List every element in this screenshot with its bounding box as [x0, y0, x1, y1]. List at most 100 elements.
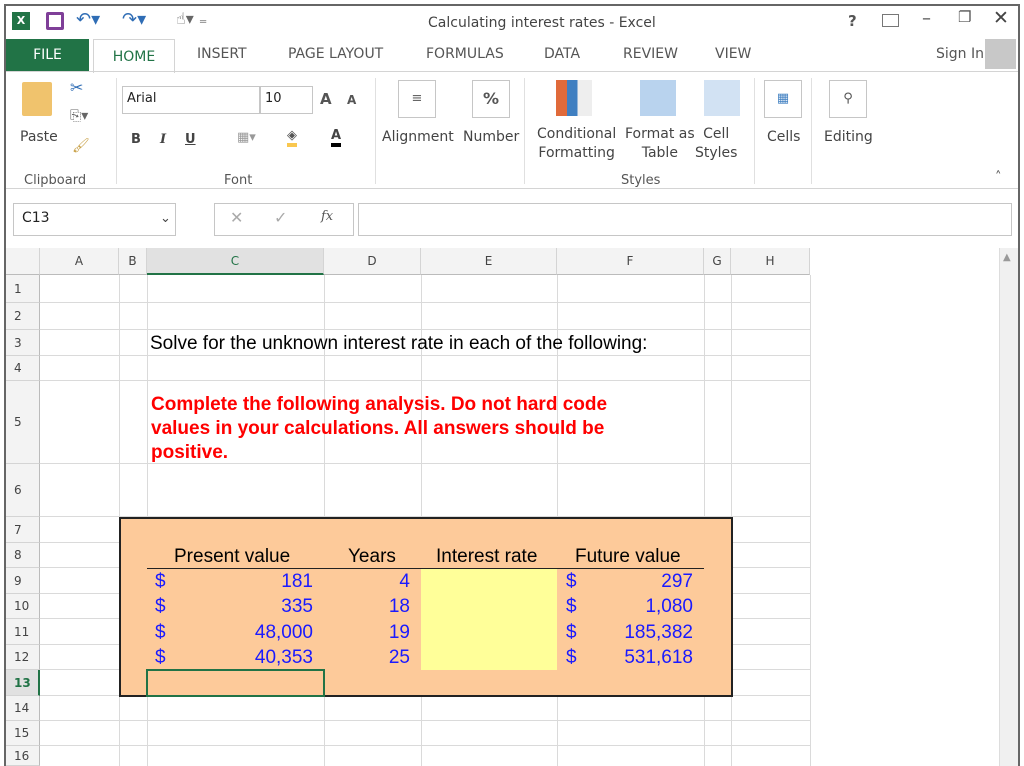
- tab-formulas[interactable]: FORMULAS: [426, 46, 504, 62]
- years-cell[interactable]: 4: [324, 569, 410, 594]
- restore-icon[interactable]: ❐: [958, 8, 971, 26]
- help-icon[interactable]: ?: [848, 12, 857, 30]
- instruction-text[interactable]: Solve for the unknown interest rate in e…: [150, 331, 647, 356]
- present-value-cell[interactable]: 181: [150, 569, 313, 594]
- shrink-font-icon[interactable]: A: [347, 93, 356, 107]
- ribbon-display-icon[interactable]: [882, 14, 899, 27]
- column-header-a[interactable]: A: [40, 248, 119, 275]
- row-header-7[interactable]: 7: [6, 517, 40, 543]
- conditional-formatting-label-2[interactable]: Formatting: [537, 144, 616, 163]
- save-icon[interactable]: [46, 12, 64, 30]
- cell-styles-label-2[interactable]: Styles: [695, 144, 737, 163]
- insert-function-button[interactable]: fx: [321, 209, 333, 224]
- tab-file[interactable]: FILE: [6, 39, 89, 71]
- row-header-1[interactable]: 1: [6, 275, 40, 303]
- paste-button[interactable]: Paste: [20, 128, 58, 147]
- vertical-scrollbar[interactable]: [999, 248, 1018, 766]
- row-header-2[interactable]: 2: [6, 303, 40, 330]
- paste-icon[interactable]: [22, 82, 52, 116]
- underline-button[interactable]: U: [185, 132, 196, 147]
- select-all-corner[interactable]: [6, 248, 40, 275]
- format-painter-icon[interactable]: 🖌: [72, 138, 90, 154]
- sign-in-link[interactable]: Sign In: [936, 46, 984, 62]
- cells-button[interactable]: Cells: [767, 128, 800, 147]
- tab-data[interactable]: DATA: [544, 46, 580, 62]
- undo-icon[interactable]: ↶▾: [76, 9, 100, 30]
- redo-icon[interactable]: ↷▾: [122, 9, 146, 30]
- borders-icon[interactable]: ▦▾: [237, 130, 256, 145]
- selected-cell-c13[interactable]: [146, 669, 325, 697]
- years-cell[interactable]: 18: [324, 594, 410, 619]
- row-header-4[interactable]: 4: [6, 356, 40, 381]
- format-as-table-label-1[interactable]: Format as: [625, 125, 695, 144]
- row-header-8[interactable]: 8: [6, 543, 40, 568]
- row-header-12[interactable]: 12: [6, 645, 40, 670]
- percent-icon[interactable]: %: [472, 80, 510, 118]
- close-icon[interactable]: ✕: [993, 7, 1009, 29]
- cell-styles-icon[interactable]: [704, 80, 740, 116]
- cut-icon[interactable]: ✂: [70, 78, 83, 97]
- minimize-icon[interactable]: –: [922, 8, 931, 29]
- conditional-formatting-label-1[interactable]: Conditional: [537, 125, 616, 144]
- future-value-cell[interactable]: 185,382: [560, 620, 693, 645]
- row-header-11[interactable]: 11: [6, 619, 40, 645]
- tab-home[interactable]: HOME: [93, 39, 175, 73]
- row-header-3[interactable]: 3: [6, 330, 40, 356]
- editing-button[interactable]: Editing: [824, 128, 873, 147]
- copy-icon[interactable]: ⎘▾: [70, 108, 88, 124]
- format-as-table-icon[interactable]: [640, 80, 676, 116]
- grow-font-icon[interactable]: A: [320, 90, 332, 108]
- bold-button[interactable]: B: [131, 132, 141, 147]
- enter-icon[interactable]: ✓: [274, 208, 287, 227]
- row-header-5[interactable]: 5: [6, 381, 40, 464]
- cells-icon[interactable]: ▦: [764, 80, 802, 118]
- name-box-dropdown-icon[interactable]: ⌄: [160, 211, 171, 226]
- column-header-b[interactable]: B: [119, 248, 147, 275]
- row-header-13[interactable]: 13: [6, 670, 40, 696]
- tab-page-layout[interactable]: PAGE LAYOUT: [288, 46, 383, 62]
- collapse-ribbon-icon[interactable]: ˄: [995, 170, 1002, 185]
- alignment-icon[interactable]: ≡: [398, 80, 436, 118]
- touch-mode-icon[interactable]: ☝▾ ₌: [176, 9, 207, 28]
- conditional-formatting-icon[interactable]: [556, 80, 592, 116]
- number-button[interactable]: Number: [463, 128, 519, 147]
- column-header-f[interactable]: F: [557, 248, 704, 275]
- row-header-16[interactable]: 16: [6, 746, 40, 766]
- cell-styles-label-1[interactable]: Cell: [695, 125, 737, 144]
- formula-input[interactable]: [358, 203, 1012, 236]
- italic-button[interactable]: I: [160, 132, 166, 147]
- column-header-c[interactable]: C: [147, 248, 324, 275]
- future-value-cell[interactable]: 531,618: [560, 645, 693, 670]
- cancel-icon[interactable]: ✕: [230, 208, 243, 227]
- column-header-g[interactable]: G: [704, 248, 731, 275]
- row-header-15[interactable]: 15: [6, 721, 40, 746]
- present-value-cell[interactable]: 335: [150, 594, 313, 619]
- scroll-up-icon[interactable]: ▲: [1003, 252, 1011, 263]
- future-value-cell[interactable]: 1,080: [560, 594, 693, 619]
- name-box[interactable]: C13: [13, 203, 176, 236]
- tab-insert[interactable]: INSERT: [197, 46, 247, 62]
- tab-view[interactable]: VIEW: [715, 46, 751, 62]
- row-header-14[interactable]: 14: [6, 696, 40, 721]
- warning-text[interactable]: Complete the following analysis. Do not …: [151, 393, 671, 465]
- font-name-select[interactable]: Arial: [122, 86, 260, 114]
- format-as-table-label-2[interactable]: Table: [625, 144, 695, 163]
- present-value-cell[interactable]: 40,353: [150, 645, 313, 670]
- column-header-e[interactable]: E: [421, 248, 557, 275]
- row-header-10[interactable]: 10: [6, 594, 40, 619]
- present-value-cell[interactable]: 48,000: [150, 620, 313, 645]
- column-header-h[interactable]: H: [731, 248, 810, 275]
- font-size-select[interactable]: 10: [260, 86, 313, 114]
- column-header-d[interactable]: D: [324, 248, 421, 275]
- years-cell[interactable]: 25: [324, 645, 410, 670]
- avatar[interactable]: [985, 39, 1016, 69]
- alignment-button[interactable]: Alignment: [382, 128, 454, 147]
- font-color-icon[interactable]: A: [331, 128, 342, 147]
- row-header-9[interactable]: 9: [6, 568, 40, 594]
- fill-color-icon[interactable]: ◈: [287, 128, 297, 147]
- find-binoculars-icon[interactable]: ⚲: [829, 80, 867, 118]
- years-cell[interactable]: 19: [324, 620, 410, 645]
- tab-review[interactable]: REVIEW: [623, 46, 678, 62]
- row-header-6[interactable]: 6: [6, 464, 40, 517]
- future-value-cell[interactable]: 297: [560, 569, 693, 594]
